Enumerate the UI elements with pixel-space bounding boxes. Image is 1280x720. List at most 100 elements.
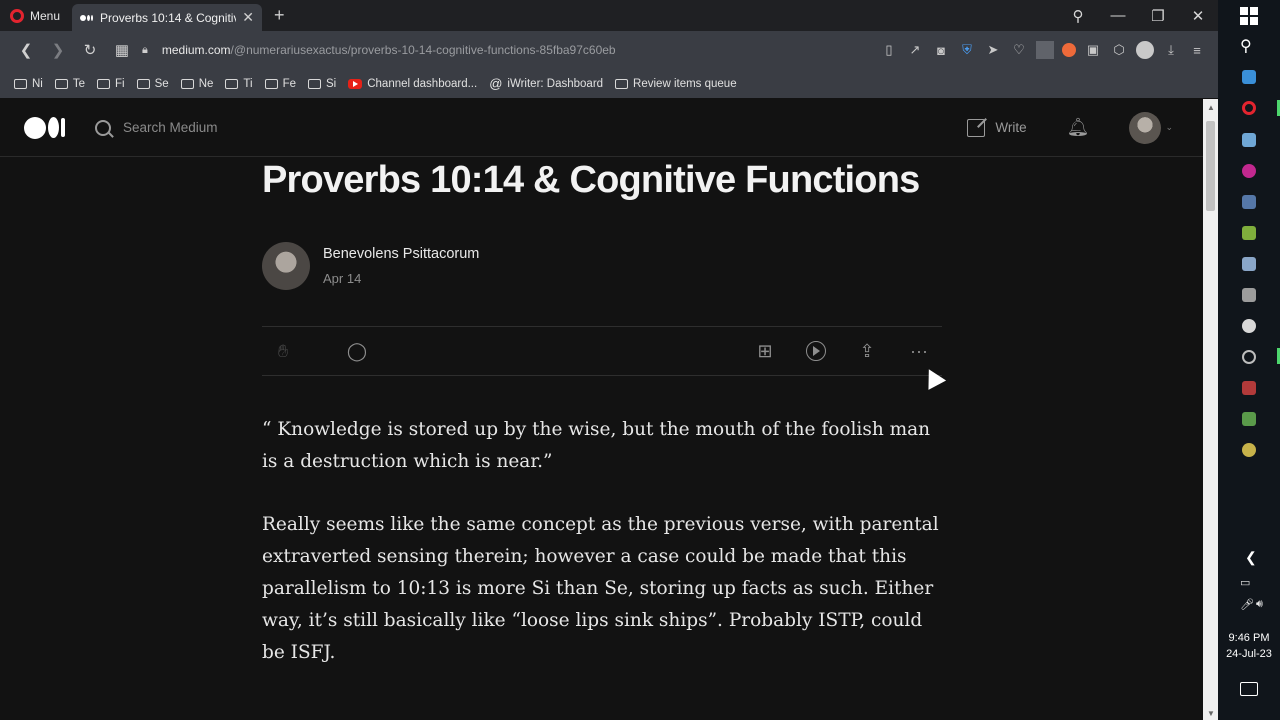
article-body: “ Knowledge is stored up by the wise, bu… xyxy=(262,414,942,669)
taskbar-app-icon[interactable] xyxy=(1242,350,1256,364)
scroll-up-icon[interactable]: ▲ xyxy=(1207,103,1215,112)
lock-icon[interactable]: 🔒︎ xyxy=(142,44,148,57)
comment-icon[interactable]: ◯ xyxy=(346,341,368,362)
bookmark-item[interactable]: Ni xyxy=(14,78,43,90)
medium-logo-icon[interactable] xyxy=(24,116,65,139)
screen: Menu Proverbs 10:14 & Cognitive ✕ + ⚲ — … xyxy=(0,0,1280,720)
bookmark-item[interactable]: Channel dashboard... xyxy=(348,78,477,90)
bookmark-label: Channel dashboard... xyxy=(367,77,478,90)
bookmark-item[interactable]: Fe xyxy=(264,78,296,90)
minimize-icon[interactable]: — xyxy=(1098,7,1138,24)
easy-setup-icon[interactable]: ≡ xyxy=(1188,43,1206,58)
microphone-icon[interactable]: 🎤︎ xyxy=(1240,598,1254,611)
write-button[interactable]: Write xyxy=(967,118,1027,137)
address-bar-row: ❮ ❯ ↻ ▦ 🔒︎ medium.com/@numerariusexactus… xyxy=(0,31,1218,69)
speed-dial-grid-icon[interactable]: ▦ xyxy=(106,41,138,59)
extension-square-icon[interactable]: ▣ xyxy=(1084,42,1102,58)
header-actions: Write 🔔︎ ⌄ xyxy=(967,111,1203,144)
taskbar-clock[interactable]: 9:46 PM 24-Jul-23 xyxy=(1218,630,1280,662)
taskbar-opera-icon[interactable] xyxy=(1242,101,1256,115)
volume-icon[interactable]: 🔊︎ xyxy=(1256,598,1263,611)
bookmark-label: Fi xyxy=(115,77,125,90)
write-pencil-icon xyxy=(967,118,986,137)
taskbar-app-icon[interactable] xyxy=(1242,195,1256,209)
bookmark-item[interactable]: Se xyxy=(136,78,169,90)
opera-menu-button[interactable]: Menu xyxy=(0,0,72,31)
send-icon[interactable]: ➤ xyxy=(984,42,1002,58)
bookmark-item[interactable]: Review items queue xyxy=(615,78,737,90)
page-scrollbar[interactable]: ▲ ▼ xyxy=(1203,99,1218,720)
window-controls: ⚲ — ❐ ✕ xyxy=(1058,0,1218,31)
snapshot-camera-icon[interactable]: ◙ xyxy=(932,43,950,58)
taskbar-app-icon[interactable] xyxy=(1242,443,1256,457)
network-icon[interactable]: ▭ xyxy=(1240,576,1250,589)
taskbar-app-icon[interactable] xyxy=(1242,70,1256,84)
more-options-icon[interactable]: ··· xyxy=(908,341,930,362)
taskbar-app-icon[interactable] xyxy=(1242,257,1256,271)
downloads-icon[interactable]: ⤓ xyxy=(1162,42,1180,58)
url-field[interactable]: medium.com/@numerariusexactus/proverbs-1… xyxy=(162,43,616,57)
taskbar-app-icon[interactable] xyxy=(1242,164,1256,178)
article: Proverbs 10:14 & Cognitive Functions Ben… xyxy=(262,157,942,700)
search-box[interactable]: Search Medium xyxy=(95,119,218,136)
bookmark-heart-icon[interactable]: ♡ xyxy=(1010,42,1028,58)
taskbar-search-icon[interactable]: ⚲ xyxy=(1240,36,1252,56)
close-window-icon[interactable]: ✕ xyxy=(1178,7,1218,25)
scrollbar-thumb[interactable] xyxy=(1206,121,1215,211)
at-icon: @ xyxy=(489,76,503,91)
share-icon[interactable]: ⇪ xyxy=(856,341,878,362)
restore-icon[interactable]: ❐ xyxy=(1138,7,1178,25)
notifications-bell-icon[interactable]: 🔔︎ xyxy=(1067,117,1090,138)
chevron-down-icon: ⌄ xyxy=(1165,122,1173,132)
show-hidden-icons-chevron-icon[interactable]: ❮ xyxy=(1245,549,1257,566)
clap-icon[interactable]: ✋︎ xyxy=(272,341,294,362)
bookmark-item[interactable]: Ti xyxy=(225,78,253,90)
clock-date: 24-Jul-23 xyxy=(1226,648,1272,660)
profile-avatar-icon[interactable] xyxy=(1136,41,1154,59)
taskbar-app-icon[interactable] xyxy=(1242,412,1256,426)
extension-orange-icon[interactable] xyxy=(1062,43,1076,57)
tab-close-icon[interactable]: ✕ xyxy=(242,9,254,26)
folder-icon xyxy=(136,78,150,89)
new-tab-plus-icon[interactable]: + xyxy=(262,5,297,26)
forward-icon[interactable]: ❯ xyxy=(42,41,74,59)
scroll-down-icon[interactable]: ▼ xyxy=(1207,709,1215,718)
bookmark-item[interactable]: @ iWriter: Dashboard xyxy=(489,76,603,91)
bookmark-item[interactable]: Si xyxy=(307,78,336,90)
menu-label: Menu xyxy=(30,8,61,23)
windows-start-icon[interactable] xyxy=(1240,7,1258,25)
taskbar-app-icon[interactable] xyxy=(1242,381,1256,395)
reader-mode-icon[interactable]: ▯ xyxy=(880,42,898,58)
bookmark-item[interactable]: Ne xyxy=(180,77,214,90)
tab-search-icon[interactable]: ⚲ xyxy=(1058,7,1098,25)
active-tab[interactable]: Proverbs 10:14 & Cognitive ✕ xyxy=(72,4,263,31)
bookmark-item[interactable]: Te xyxy=(54,78,85,90)
taskbar-app-icon[interactable] xyxy=(1242,319,1256,333)
paragraph: Really seems like the same concept as th… xyxy=(262,514,939,663)
medium-header: Search Medium Write 🔔︎ ⌄ xyxy=(0,99,1203,157)
bookmark-item[interactable]: Fi xyxy=(97,78,125,90)
reload-icon[interactable]: ↻ xyxy=(74,41,106,59)
folder-icon xyxy=(225,78,239,89)
share-icon[interactable]: ↗ xyxy=(906,42,924,58)
back-icon[interactable]: ❮ xyxy=(10,41,42,59)
user-avatar-menu[interactable]: ⌄ xyxy=(1129,111,1173,144)
taskbar-app-icon[interactable] xyxy=(1242,288,1256,302)
url-host: medium.com xyxy=(161,43,231,57)
browser-tab-bar: Menu Proverbs 10:14 & Cognitive ✕ + ⚲ — … xyxy=(0,0,1218,31)
listen-play-icon[interactable] xyxy=(806,341,826,361)
address-bar-tools: ▯ ↗ ◙ ⛨ ➤ ♡ ▣ ⬡ ⤓ ≡ xyxy=(880,41,1218,59)
adblock-shield-icon[interactable]: ⛨ xyxy=(958,42,976,58)
author-name[interactable]: Benevolens Psittacorum xyxy=(323,246,479,262)
action-center-icon[interactable] xyxy=(1240,682,1258,696)
bookmark-label: Ne xyxy=(198,77,214,90)
bookmark-add-icon[interactable]: ⊞ xyxy=(754,341,776,362)
taskbar-app-icon[interactable] xyxy=(1242,133,1256,147)
toolbar-separator xyxy=(1036,41,1054,59)
extensions-cube-icon[interactable]: ⬡ xyxy=(1110,42,1128,58)
avatar xyxy=(1129,111,1162,144)
bookmark-label: iWriter: Dashboard xyxy=(507,77,604,90)
bookmark-label: Ni xyxy=(32,77,43,90)
author-avatar[interactable] xyxy=(262,242,310,290)
taskbar-app-icon[interactable] xyxy=(1242,226,1256,240)
